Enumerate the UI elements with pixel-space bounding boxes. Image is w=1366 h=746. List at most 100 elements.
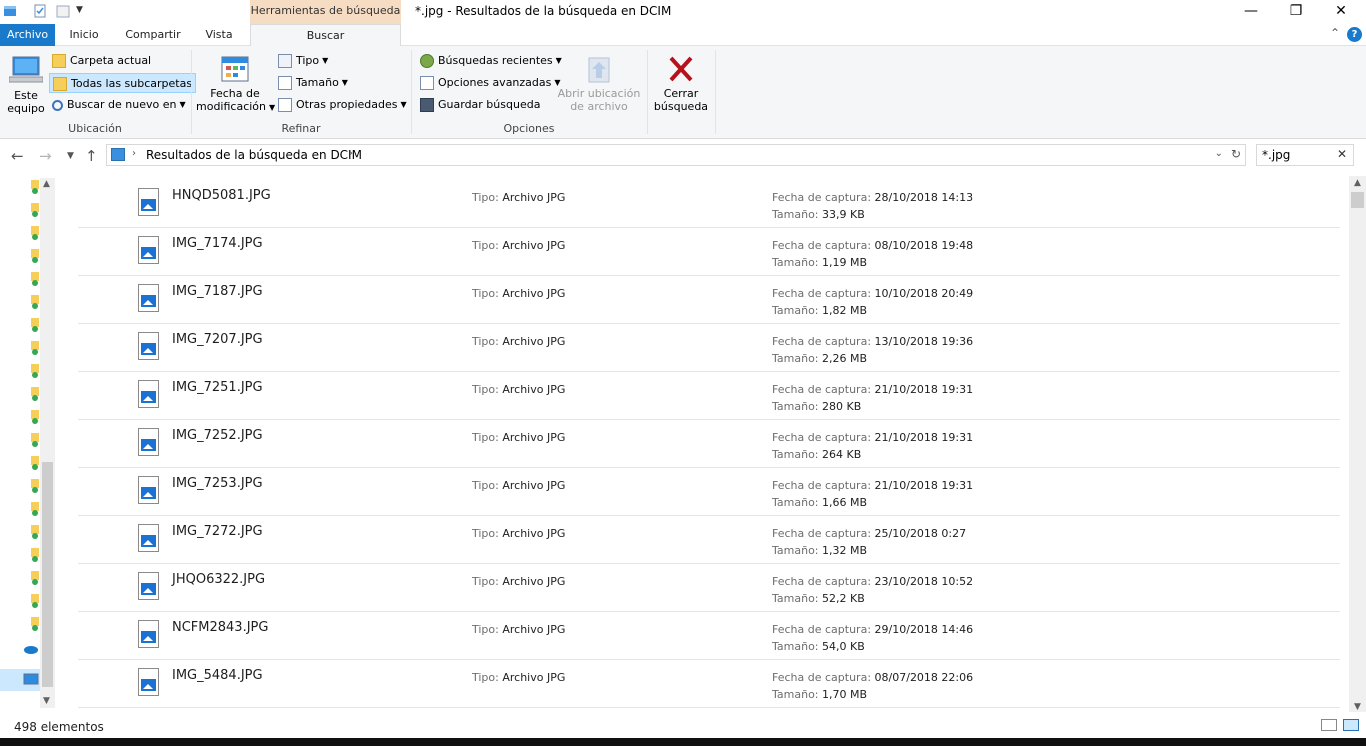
tamano-button[interactable]: Tamaño ▼ [278, 73, 348, 93]
ribbon-tabs: Archivo Inicio Compartir Vista Buscar ⌃ … [0, 24, 1366, 47]
list-item[interactable]: IMG_5484.JPG Tipo: Archivo JPG Fecha de ca… [78, 660, 1340, 708]
cerrar-busqueda-button[interactable]: Cerrar búsqueda [651, 54, 711, 113]
file-type: Tipo: Archivo JPG [472, 239, 566, 252]
list-item[interactable]: JHQO6322.JPG Tipo: Archivo JPG Fecha de ca… [78, 564, 1340, 612]
explorer-icon[interactable] [3, 4, 17, 20]
list-item[interactable]: NCFM2843.JPG Tipo: Archivo JPG Fecha de ca… [78, 612, 1340, 660]
buscar-de-nuevo-button[interactable]: Buscar de nuevo en ▼ [52, 95, 186, 115]
close-window-button[interactable]: ✕ [1318, 0, 1364, 24]
taskbar [0, 738, 1366, 746]
navigation-pane: ▲ ▼ [0, 172, 56, 712]
content-scroll-thumb[interactable] [1351, 192, 1364, 208]
tab-vista[interactable]: Vista [196, 24, 242, 46]
list-item[interactable]: IMG_7272.JPG Tipo: Archivo JPG Fecha de ca… [78, 516, 1340, 564]
tab-inicio[interactable]: Inicio [60, 24, 108, 46]
list-item[interactable]: IMG_7174.JPG Tipo: Archivo JPG Fecha de ca… [78, 228, 1340, 276]
chevron-down-icon: ▼ [179, 100, 186, 109]
scroll-up-icon[interactable]: ▲ [43, 179, 50, 189]
group-label-ubicacion: Ubicación [68, 122, 122, 135]
refresh-icon[interactable]: ↻ [1231, 147, 1241, 161]
search-input[interactable]: *.jpg ✕ [1256, 144, 1354, 166]
scroll-down-icon[interactable]: ▼ [1354, 702, 1361, 712]
tiles-view-icon[interactable] [1343, 719, 1359, 731]
image-file-icon [138, 380, 159, 408]
fecha-modificacion-button[interactable]: Fecha de modificación ▼ [196, 54, 276, 114]
image-file-icon [138, 332, 159, 360]
capture-date: Fecha de captura: 08/10/2018 19:48 [772, 239, 974, 252]
file-size: Tamaño: 2,26 MB [772, 352, 868, 365]
abrir-ubicacion-button[interactable]: Abrir ubicación de archivo [556, 54, 642, 113]
image-file-icon [138, 236, 159, 264]
collapse-ribbon-icon[interactable]: ⌃ [1330, 26, 1340, 40]
opciones-avanzadas-button[interactable]: Opciones avanzadas ▼ [420, 73, 561, 93]
scroll-down-icon[interactable]: ▼ [43, 696, 50, 706]
image-file-icon [138, 188, 159, 216]
este-equipo-button[interactable]: Este equipo [6, 54, 46, 115]
group-divider [647, 50, 648, 134]
customize-qa-chevron-icon[interactable]: ▼ [76, 5, 83, 21]
image-file-icon [138, 620, 159, 648]
type-icon [278, 54, 292, 68]
file-name[interactable]: IMG_7174.JPG [172, 236, 263, 251]
carpeta-actual-button[interactable]: Carpeta actual [52, 51, 151, 71]
breadcrumb-chevron-icon[interactable]: › [349, 148, 353, 159]
tab-archivo[interactable]: Archivo [0, 24, 55, 46]
list-item[interactable]: IMG_7253.JPG Tipo: Archivo JPG Fecha de ca… [78, 468, 1340, 516]
list-item[interactable]: HNQD5081.JPG Tipo: Archivo JPG Fecha de ca… [78, 180, 1340, 228]
help-icon[interactable]: ? [1347, 27, 1362, 42]
content-scrollbar[interactable] [1349, 176, 1366, 712]
address-bar[interactable]: › Resultados de la búsqueda en DCIM › ⌄ … [106, 144, 1246, 166]
file-name[interactable]: IMG_5484.JPG [172, 668, 263, 683]
list-item[interactable]: IMG_7251.JPG Tipo: Archivo JPG Fecha de ca… [78, 372, 1340, 420]
tab-buscar[interactable]: Buscar [250, 24, 401, 47]
scroll-up-icon[interactable]: ▲ [1354, 178, 1361, 188]
subfolders-icon [53, 77, 67, 91]
file-name[interactable]: IMG_7252.JPG [172, 428, 263, 443]
maximize-button[interactable]: ❐ [1273, 0, 1319, 24]
file-size: Tamaño: 280 KB [772, 400, 862, 413]
file-name[interactable]: NCFM2843.JPG [172, 620, 268, 635]
todas-subcarpetas-button[interactable]: Todas las subcarpetas [49, 73, 197, 93]
search-tools-context-tab: Herramientas de búsqueda [250, 0, 401, 24]
busquedas-recientes-button[interactable]: Búsquedas recientes ▼ [420, 51, 562, 71]
tipo-button[interactable]: Tipo ▼ [278, 51, 328, 71]
new-folder-icon[interactable] [56, 4, 70, 20]
address-dropdown-icon[interactable]: ⌄ [1215, 148, 1223, 159]
back-arrow-icon[interactable]: ← [11, 147, 24, 165]
file-name[interactable]: JHQO6322.JPG [172, 572, 265, 587]
properties-icon[interactable] [33, 4, 47, 20]
save-icon [420, 98, 434, 112]
forward-arrow-icon[interactable]: → [39, 147, 52, 165]
capture-date: Fecha de captura: 21/10/2018 19:31 [772, 479, 974, 492]
file-name[interactable]: IMG_7251.JPG [172, 380, 263, 395]
capture-date: Fecha de captura: 13/10/2018 19:36 [772, 335, 974, 348]
file-name[interactable]: IMG_7253.JPG [172, 476, 263, 491]
file-name[interactable]: IMG_7272.JPG [172, 524, 263, 539]
file-size: Tamaño: 54,0 KB [772, 640, 865, 653]
tab-compartir[interactable]: Compartir [118, 24, 188, 46]
status-bar: 498 elementos [0, 714, 1366, 738]
chevron-down-icon: ▼ [269, 102, 276, 112]
up-arrow-icon[interactable]: ↑ [85, 147, 98, 165]
file-type: Tipo: Archivo JPG [472, 479, 566, 492]
search-input-value[interactable]: *.jpg [1262, 148, 1290, 162]
otras-propiedades-button[interactable]: Otras propiedades ▼ [278, 95, 407, 115]
recent-locations-chevron-icon[interactable]: ▼ [67, 151, 74, 161]
open-location-icon [588, 57, 610, 83]
file-name[interactable]: IMG_7207.JPG [172, 332, 263, 347]
clear-search-icon[interactable]: ✕ [1337, 147, 1347, 161]
list-item[interactable]: IMG_7252.JPG Tipo: Archivo JPG Fecha de ca… [78, 420, 1340, 468]
file-type: Tipo: Archivo JPG [472, 287, 566, 300]
breadcrumb-path[interactable]: Resultados de la búsqueda en DCIM [146, 148, 362, 162]
minimize-button[interactable]: — [1228, 0, 1274, 24]
details-view-icon[interactable] [1321, 719, 1337, 731]
breadcrumb-separator-icon: › [132, 148, 136, 159]
file-type: Tipo: Archivo JPG [472, 191, 566, 204]
nav-pane-scroll-thumb[interactable] [42, 462, 53, 687]
guardar-busqueda-button[interactable]: Guardar búsqueda [420, 95, 540, 115]
list-item[interactable]: IMG_7207.JPG Tipo: Archivo JPG Fecha de ca… [78, 324, 1340, 372]
file-name[interactable]: IMG_7187.JPG [172, 284, 263, 299]
image-file-icon [138, 476, 159, 504]
list-item[interactable]: IMG_7187.JPG Tipo: Archivo JPG Fecha de ca… [78, 276, 1340, 324]
file-name[interactable]: HNQD5081.JPG [172, 188, 271, 203]
